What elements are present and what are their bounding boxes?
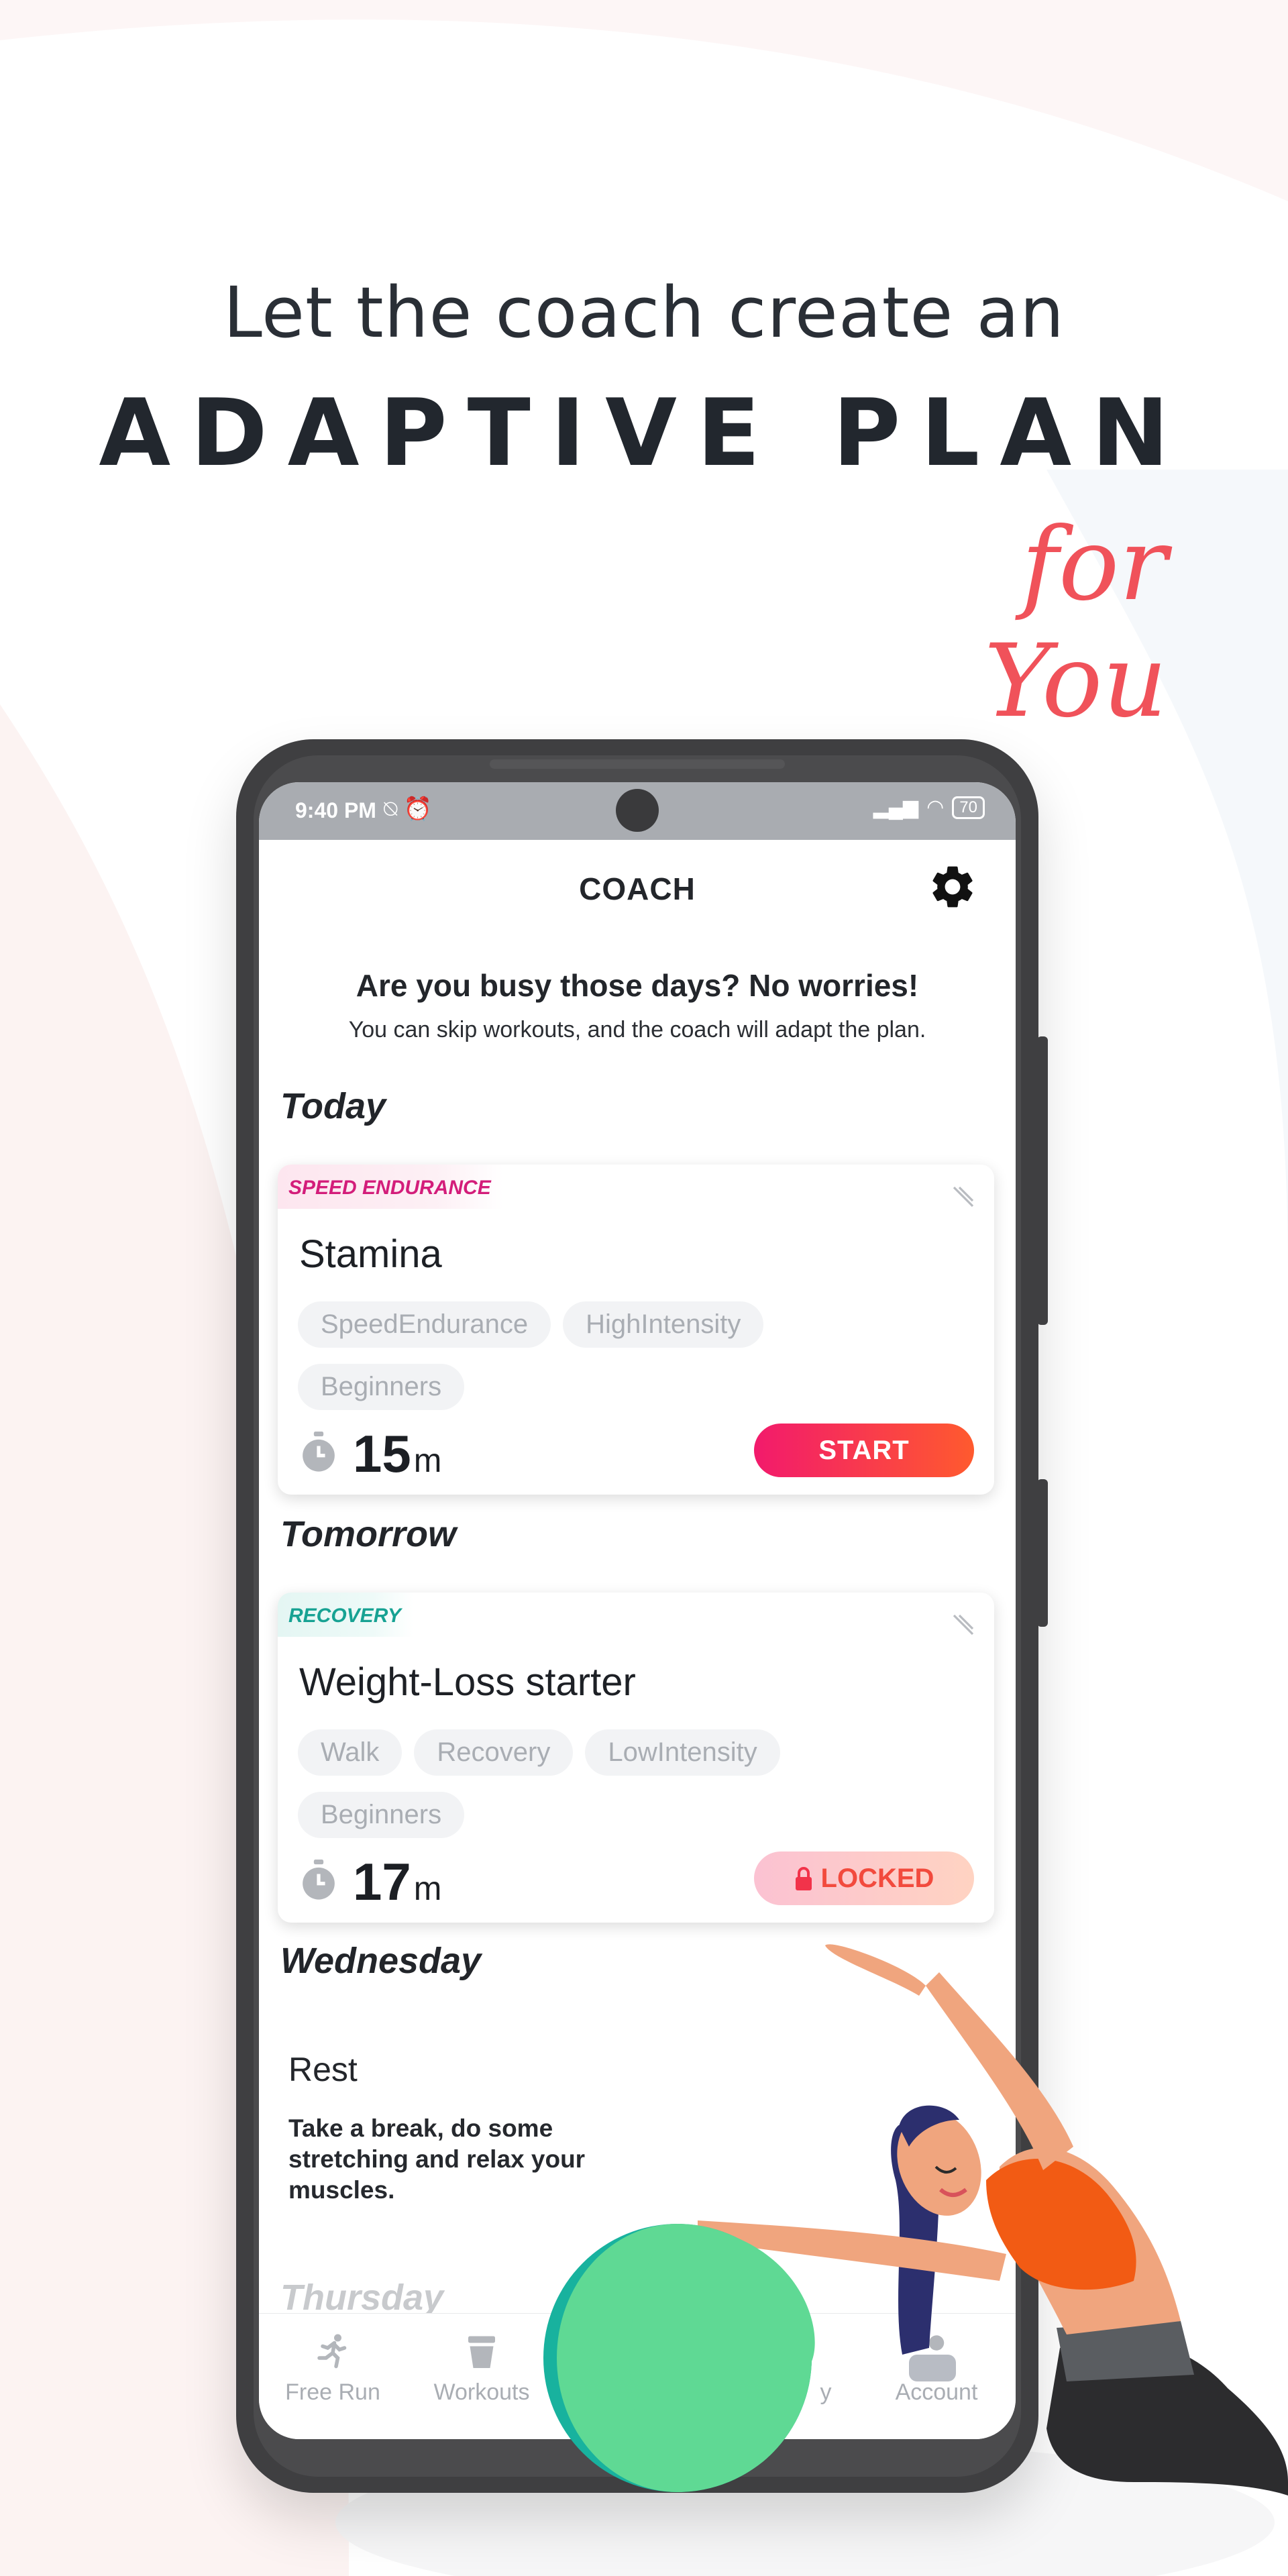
lock-icon xyxy=(795,1867,812,1890)
rest-description: Take a break, do some stretching and rel… xyxy=(288,2114,586,2204)
status-bar: 9:40 PM ⍉ ⏰ ▂▄▆ ◠ 70 xyxy=(259,782,1016,840)
notification-icons: ⍉ ⏰ xyxy=(384,796,433,822)
day-label-thursday: Thursday xyxy=(280,2277,444,2318)
stopwatch-icon xyxy=(303,1432,335,1472)
phone-side-button xyxy=(1037,1036,1048,1325)
headline-line-1: Let the coach create an xyxy=(223,272,1065,354)
tag: Beginners xyxy=(298,1364,465,1410)
duration-value: 15 xyxy=(353,1424,411,1483)
day-label-today: Today xyxy=(280,1086,386,1126)
headline-line-2: ADAPTIVE PLAN xyxy=(99,379,1189,487)
account-icon xyxy=(921,2335,952,2368)
workout-title: Stamina xyxy=(299,1232,442,1276)
stopwatch-icon xyxy=(303,1860,335,1900)
tag: Beginners xyxy=(298,1792,465,1838)
page-title: COACH xyxy=(579,871,696,906)
tag: HighIntensity xyxy=(563,1301,764,1348)
tag: SpeedEndurance xyxy=(298,1301,551,1348)
tag: LowIntensity xyxy=(585,1729,780,1776)
nav-history[interactable]: y xyxy=(729,2314,863,2439)
tag-list: SpeedEndurance HighIntensity Beginners xyxy=(298,1301,902,1410)
headline-line-3: for You xyxy=(984,506,1167,740)
phone-screen: 9:40 PM ⍉ ⏰ ▂▄▆ ◠ 70 COACH Are you busy … xyxy=(259,782,1016,2439)
workout-card[interactable]: RECOVERY Weight-Loss starter Walk Recove… xyxy=(278,1593,994,1923)
bottom-navigation: Free Run Workouts y Account xyxy=(259,2313,1016,2439)
locked-label: LOCKED xyxy=(820,1863,934,1893)
nav-label: y xyxy=(820,2379,832,2405)
locked-button[interactable]: LOCKED xyxy=(754,1851,974,1905)
history-icon xyxy=(775,2331,816,2371)
workout-duration: 17m xyxy=(353,1851,441,1913)
day-label-tomorrow: Tomorrow xyxy=(280,1514,456,1554)
rest-title: Rest xyxy=(288,2051,358,2088)
front-camera xyxy=(616,789,659,832)
intro-heading: Are you busy those days? No worries! xyxy=(356,968,919,1003)
gear-icon[interactable] xyxy=(927,861,978,912)
nav-label: Free Run xyxy=(285,2379,380,2405)
intro-subtext: You can skip workouts, and the coach wil… xyxy=(348,1017,926,1042)
status-time: 9:40 PM xyxy=(295,798,376,822)
wifi-icon: ◠ xyxy=(926,796,945,818)
tag: Recovery xyxy=(414,1729,574,1776)
day-label-wednesday: Wednesday xyxy=(280,1941,482,1981)
duration-value: 17 xyxy=(353,1852,411,1911)
workout-duration: 15m xyxy=(353,1424,441,1485)
duration-unit: m xyxy=(413,1870,442,1907)
nav-label: Workouts xyxy=(433,2379,530,2405)
runner-icon xyxy=(317,2334,347,2369)
phone-side-button xyxy=(1037,1479,1048,1627)
nav-label: Account xyxy=(895,2379,978,2405)
workout-card[interactable]: SPEED ENDURANCE Stamina SpeedEndurance H… xyxy=(278,1165,994,1495)
nav-workouts[interactable]: Workouts xyxy=(415,2314,549,2439)
workout-type-badge: SPEED ENDURANCE xyxy=(278,1165,503,1209)
corner-grip-icon xyxy=(953,1614,974,1635)
tag-list: Walk Recovery LowIntensity Beginners xyxy=(298,1729,902,1838)
tag: Walk xyxy=(298,1729,402,1776)
status-icons: ▂▄▆ ◠ 70 xyxy=(873,796,985,819)
phone-speaker xyxy=(490,759,785,769)
signal-icon: ▂▄▆ xyxy=(873,796,919,818)
workouts-icon xyxy=(468,2336,495,2368)
battery-icon: 70 xyxy=(952,796,985,819)
nav-free-run[interactable]: Free Run xyxy=(266,2314,400,2439)
start-button[interactable]: START xyxy=(754,1424,974,1477)
workout-type-badge: RECOVERY xyxy=(278,1593,413,1637)
duration-unit: m xyxy=(413,1442,442,1479)
workout-title: Weight-Loss starter xyxy=(299,1660,636,1704)
nav-account[interactable]: Account xyxy=(869,2314,1004,2439)
corner-grip-icon xyxy=(953,1186,974,1208)
